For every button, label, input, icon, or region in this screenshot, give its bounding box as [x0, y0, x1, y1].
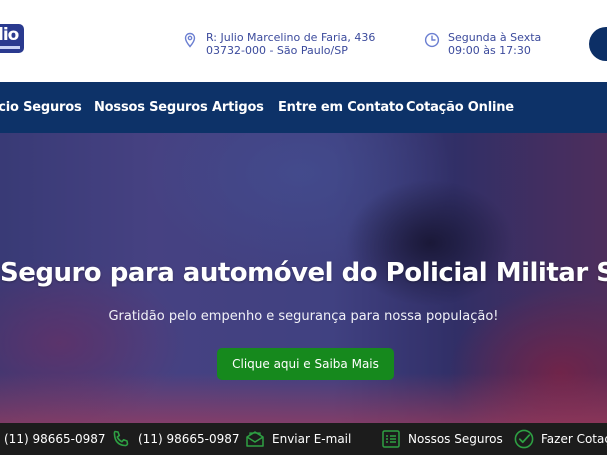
clock-icon [424, 32, 440, 48]
fazer-cotacao-label: Fazer Cotação [541, 432, 607, 446]
map-pin-icon [184, 32, 196, 48]
check-circle-icon [514, 429, 534, 449]
nav-item-artigos[interactable]: Artigos [212, 100, 264, 115]
fazer-cotacao-link[interactable]: Fazer Cotação [513, 423, 607, 455]
top-header: lio R: Julio Marcelino de Faria, 436 037… [0, 0, 607, 82]
nossos-seguros-label: Nossos Seguros [408, 432, 503, 446]
address-line-2: 03732-000 - São Paulo/SP [206, 44, 348, 57]
nav-item-contato[interactable]: Entre em Contato [278, 100, 404, 115]
logo[interactable]: lio [0, 24, 24, 53]
hero-glow [0, 373, 607, 423]
hero-subtitle: Gratidão pelo empenho e segurança para n… [108, 309, 499, 324]
nossos-seguros-link[interactable]: Nossos Seguros [380, 423, 503, 455]
phone-link-2[interactable]: (11) 98665-0987 [110, 423, 240, 455]
nav-item-cotacao[interactable]: Cotação Online [406, 100, 514, 115]
phone-label-2: (11) 98665-0987 [138, 432, 240, 446]
logo-underline [0, 46, 20, 49]
nav-item-inicio-seguros[interactable]: ício Seguros [0, 100, 82, 115]
hours-info: Segunda à Sexta 09:00 às 17:30 [424, 31, 541, 57]
hero-title: Seguro para automóvel do Policial Milita… [0, 258, 607, 288]
email-link[interactable]: Enviar E-mail [244, 423, 351, 455]
hours-line-2: 09:00 às 17:30 [448, 44, 531, 57]
logo-text: lio [0, 25, 19, 45]
list-icon [382, 430, 400, 448]
main-nav: ício Seguros Nossos Seguros Artigos Entr… [0, 82, 607, 133]
email-label: Enviar E-mail [272, 432, 352, 446]
hero-banner: Seguro para automóvel do Policial Milita… [0, 133, 607, 423]
phone-icon [113, 430, 129, 447]
nav-item-nossos-seguros[interactable]: Nossos Seguros [94, 100, 208, 115]
address-line-1: R: Julio Marcelino de Faria, 436 [206, 31, 376, 44]
phone-label-1: (11) 98665-0987 [4, 432, 106, 446]
address-info: R: Julio Marcelino de Faria, 436 03732-0… [182, 31, 375, 57]
phone-link-1[interactable]: (11) 98665-0987 [4, 423, 106, 455]
hours-line-1: Segunda à Sexta [448, 31, 542, 44]
header-cta-button[interactable] [589, 27, 607, 61]
saiba-mais-button[interactable]: Clique aqui e Saiba Mais [217, 348, 394, 380]
mail-icon [246, 431, 264, 447]
bottom-contact-bar: (11) 98665-0987 (11) 98665-0987 Enviar E… [0, 423, 607, 455]
